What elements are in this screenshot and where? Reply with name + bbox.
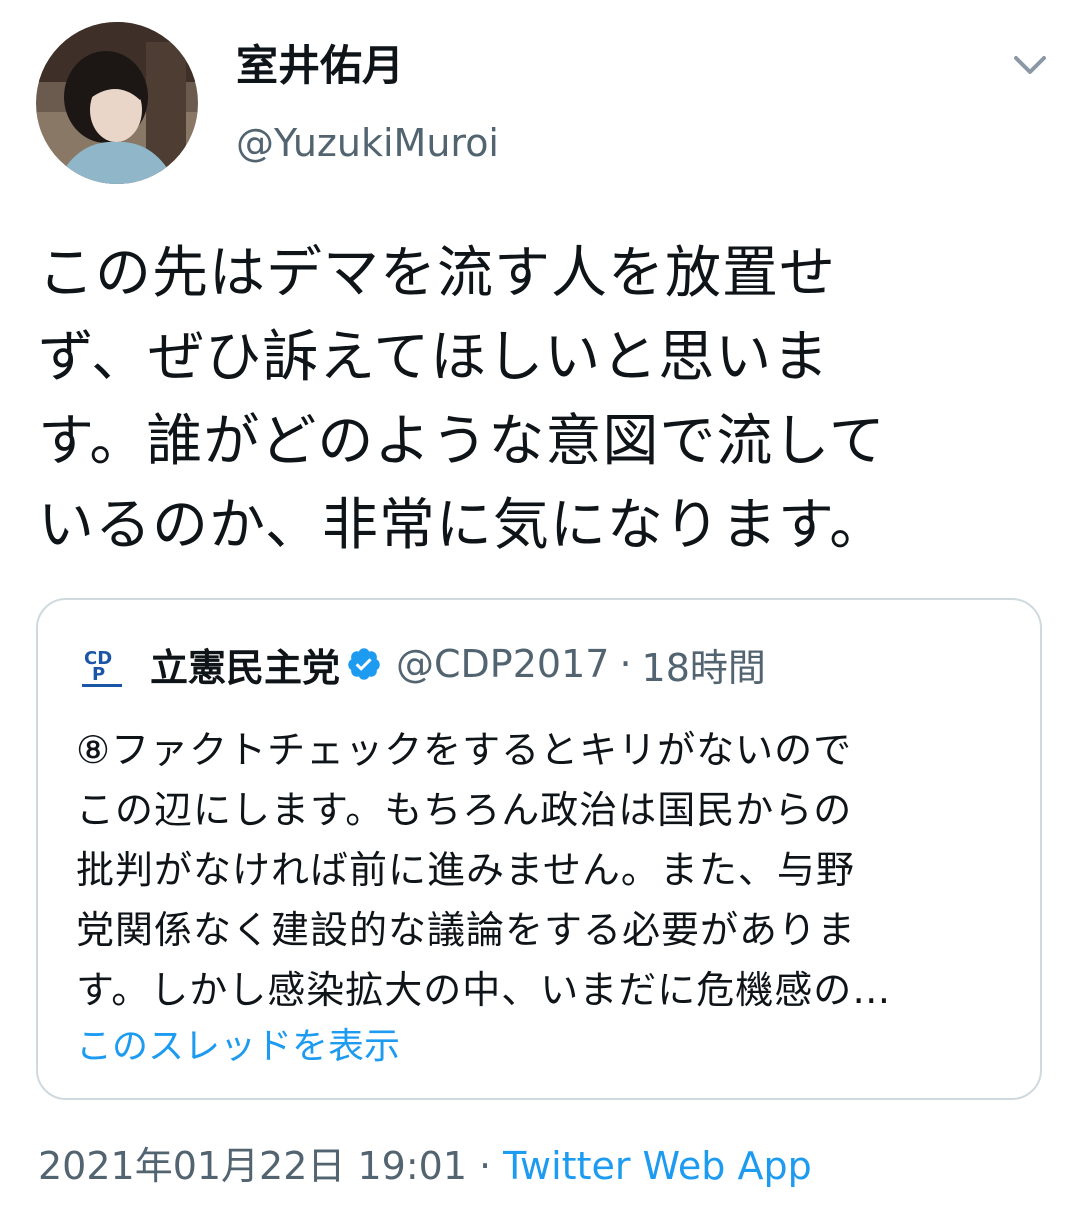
quoted-tweet-time[interactable]: 18時間 [642,637,766,692]
cdp-logo-icon: CD P [78,642,126,690]
svg-text:P: P [92,664,105,685]
verified-badge-icon [348,648,380,680]
quoted-text-line: ⑧ファクトチェックをするとキリがないので [76,728,853,772]
quoted-tweet-header: 立憲民主党 @CDP2017 · 18時間 [150,636,766,692]
author-avatar[interactable] [36,22,198,184]
tweet-text: この先はデマを流す人を放置せ ず、ぜひ訴えてほしいと思いま す。誰がどのような意… [38,232,1048,568]
author-handle[interactable]: @YuzukiMuroi [236,118,499,168]
tweet-text-line: ず、ぜひ訴えてほしいと思いま [38,325,830,390]
tweet-menu-button[interactable] [1008,48,1052,84]
show-thread-link[interactable]: このスレッドを表示 [76,1022,400,1072]
tweet-text-line: この先はデマを流す人を放置せ [38,241,836,306]
quoted-author-handle[interactable]: @CDP2017 [396,642,609,686]
tweet-text-line: いるのか、非常に気になります。 [38,493,887,558]
quoted-text-line: 党関係なく建設的な議論をする必要がありま [76,908,857,952]
profile-photo-icon [36,22,198,184]
quoted-text-line: 批判がなければ前に進みません。また、与野 [76,848,855,892]
tweet-text-line: す。誰がどのような意図で流して [38,409,886,474]
quoted-text-line: この辺にします。もちろん政治は国民からの [76,788,853,832]
quoted-tweet-card[interactable]: CD P 立憲民主党 @CDP2017 · 18時間 ⑧ファクトチェックをすると… [36,598,1042,1100]
quoted-tweet-text: ⑧ファクトチェックをするとキリがないので この辺にします。もちろん政治は国民から… [76,720,1006,1020]
tweet-timestamp[interactable]: 2021年01月22日 19:01 [38,1144,467,1188]
tweet-meta: 2021年01月22日 19:01 · Twitter Web App [38,1140,812,1192]
separator-dot: · [479,1144,492,1188]
quoted-text-line: す。しかし感染拡大の中、いまだに危機感の… [76,968,892,1012]
chevron-down-icon [1014,56,1046,74]
separator-dot: · [619,642,632,686]
quoted-author-name[interactable]: 立憲民主党 [150,637,340,692]
author-display-name[interactable]: 室井佑月 [236,38,404,94]
tweet-source-link[interactable]: Twitter Web App [503,1144,812,1188]
